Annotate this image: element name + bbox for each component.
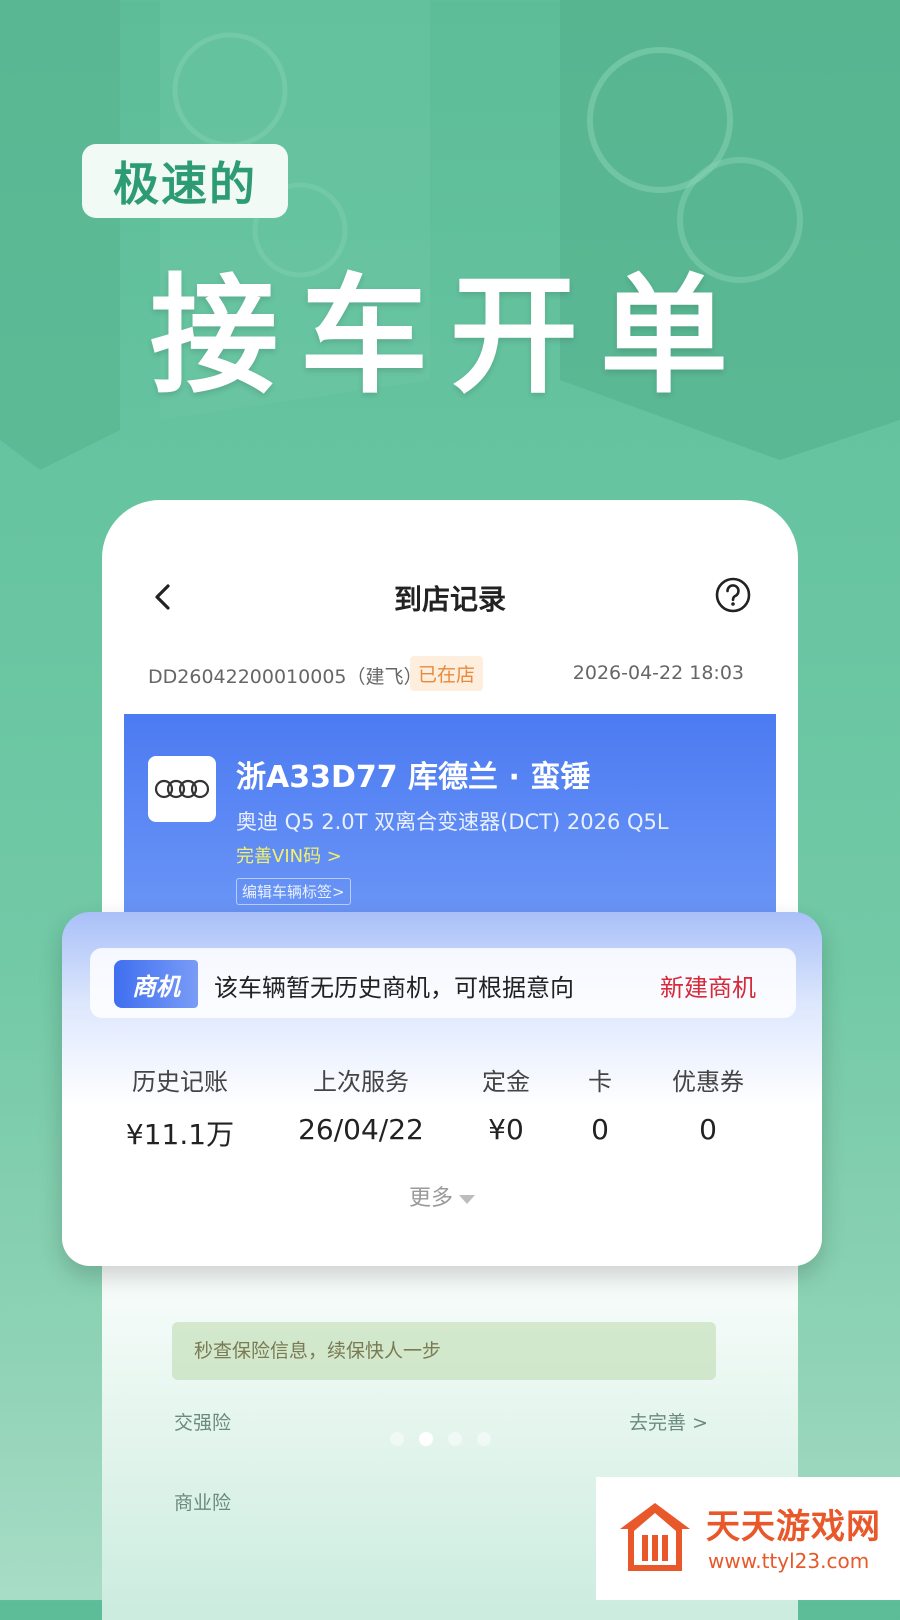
complete-compulsory-link[interactable]: 去完善 >	[629, 1408, 708, 1435]
vehicle-card[interactable]: 浙A33D77 库德兰 · 蛮锤 奥迪 Q5 2.0T 双离合变速器(DCT) …	[124, 714, 776, 924]
order-number: DD26042200010005（建飞）	[148, 666, 423, 688]
edit-vehicle-tags-button[interactable]: 编辑车辆标签>	[236, 878, 351, 905]
stat-label: 上次服务	[313, 1068, 409, 1096]
opportunity-bar: 商机 该车辆暂无历史商机，可根据意向 新建商机	[90, 948, 796, 1018]
house-logo-icon	[620, 1503, 690, 1571]
stat-deposit[interactable]: 定金 ¥0	[466, 1062, 546, 1146]
watermark-title: 天天游戏网	[706, 1507, 881, 1547]
customer-stats: 历史记账 ¥11.1万 上次服务 26/04/22 定金 ¥0 卡 0 优惠券 …	[90, 1062, 796, 1162]
stat-cards[interactable]: 卡 0	[570, 1062, 630, 1146]
stat-value: ¥0	[488, 1113, 524, 1146]
carousel-dot-active[interactable]	[419, 1432, 433, 1446]
status-badge: 已在店	[410, 656, 484, 691]
stat-history-spend[interactable]: 历史记账 ¥11.1万	[120, 1062, 240, 1153]
business-opportunity-card: 商机 该车辆暂无历史商机，可根据意向 新建商机 历史记账 ¥11.1万 上次服务…	[62, 912, 822, 1266]
audi-logo-icon	[148, 756, 216, 822]
site-watermark: 天天游戏网 www.ttyl23.com	[596, 1477, 900, 1600]
caret-down-icon	[459, 1194, 475, 1204]
more-button[interactable]: 更多	[62, 1180, 822, 1212]
opportunity-message: 该车辆暂无历史商机，可根据意向	[214, 974, 574, 1002]
new-opportunity-button[interactable]: 新建商机	[660, 968, 756, 1003]
compulsory-insurance-row[interactable]: 交强险 去完善 >	[174, 1408, 708, 1435]
stat-value: 0	[699, 1113, 717, 1146]
insurance-banner[interactable]: 秒查保险信息，续保快人一步	[172, 1322, 716, 1380]
stat-value: 26/04/22	[298, 1113, 424, 1146]
nav-bar: 到店记录	[102, 572, 798, 622]
stat-label: 定金	[482, 1068, 530, 1096]
carousel-dot[interactable]	[390, 1432, 404, 1446]
commercial-insurance-label: 商业险	[174, 1492, 232, 1514]
stat-value: 0	[591, 1113, 609, 1146]
promo-headline: 接车开单	[149, 262, 750, 411]
vehicle-plate: 浙A33D77 库德兰 · 蛮锤	[236, 760, 591, 795]
promo-tag: 极速的	[82, 144, 288, 218]
stat-label: 优惠券	[672, 1068, 744, 1096]
stat-coupons[interactable]: 优惠券 0	[658, 1062, 758, 1146]
stat-last-service[interactable]: 上次服务 26/04/22	[296, 1062, 426, 1146]
carousel-dot[interactable]	[448, 1432, 462, 1446]
carousel-indicator	[390, 1432, 500, 1448]
opportunity-badge: 商机	[114, 960, 198, 1008]
order-info-row: DD26042200010005（建飞） 已在店 2026-04-22 18:0…	[148, 656, 744, 691]
page-title: 到店记录	[393, 583, 506, 616]
stat-label: 历史记账	[132, 1068, 228, 1096]
watermark-url: www.ttyl23.com	[708, 1549, 870, 1573]
compulsory-insurance-label: 交强险	[174, 1412, 232, 1434]
more-label: 更多	[408, 1186, 453, 1211]
carousel-dot[interactable]	[477, 1432, 491, 1446]
stat-label: 卡	[588, 1068, 612, 1096]
order-time: 2026-04-22 18:03	[572, 662, 744, 684]
stat-value: ¥11.1万	[125, 1118, 235, 1151]
help-icon[interactable]	[714, 576, 752, 614]
complete-vin-link[interactable]: 完善VIN码 >	[236, 842, 342, 868]
vehicle-model: 奥迪 Q5 2.0T 双离合变速器(DCT) 2026 Q5L	[236, 810, 669, 834]
